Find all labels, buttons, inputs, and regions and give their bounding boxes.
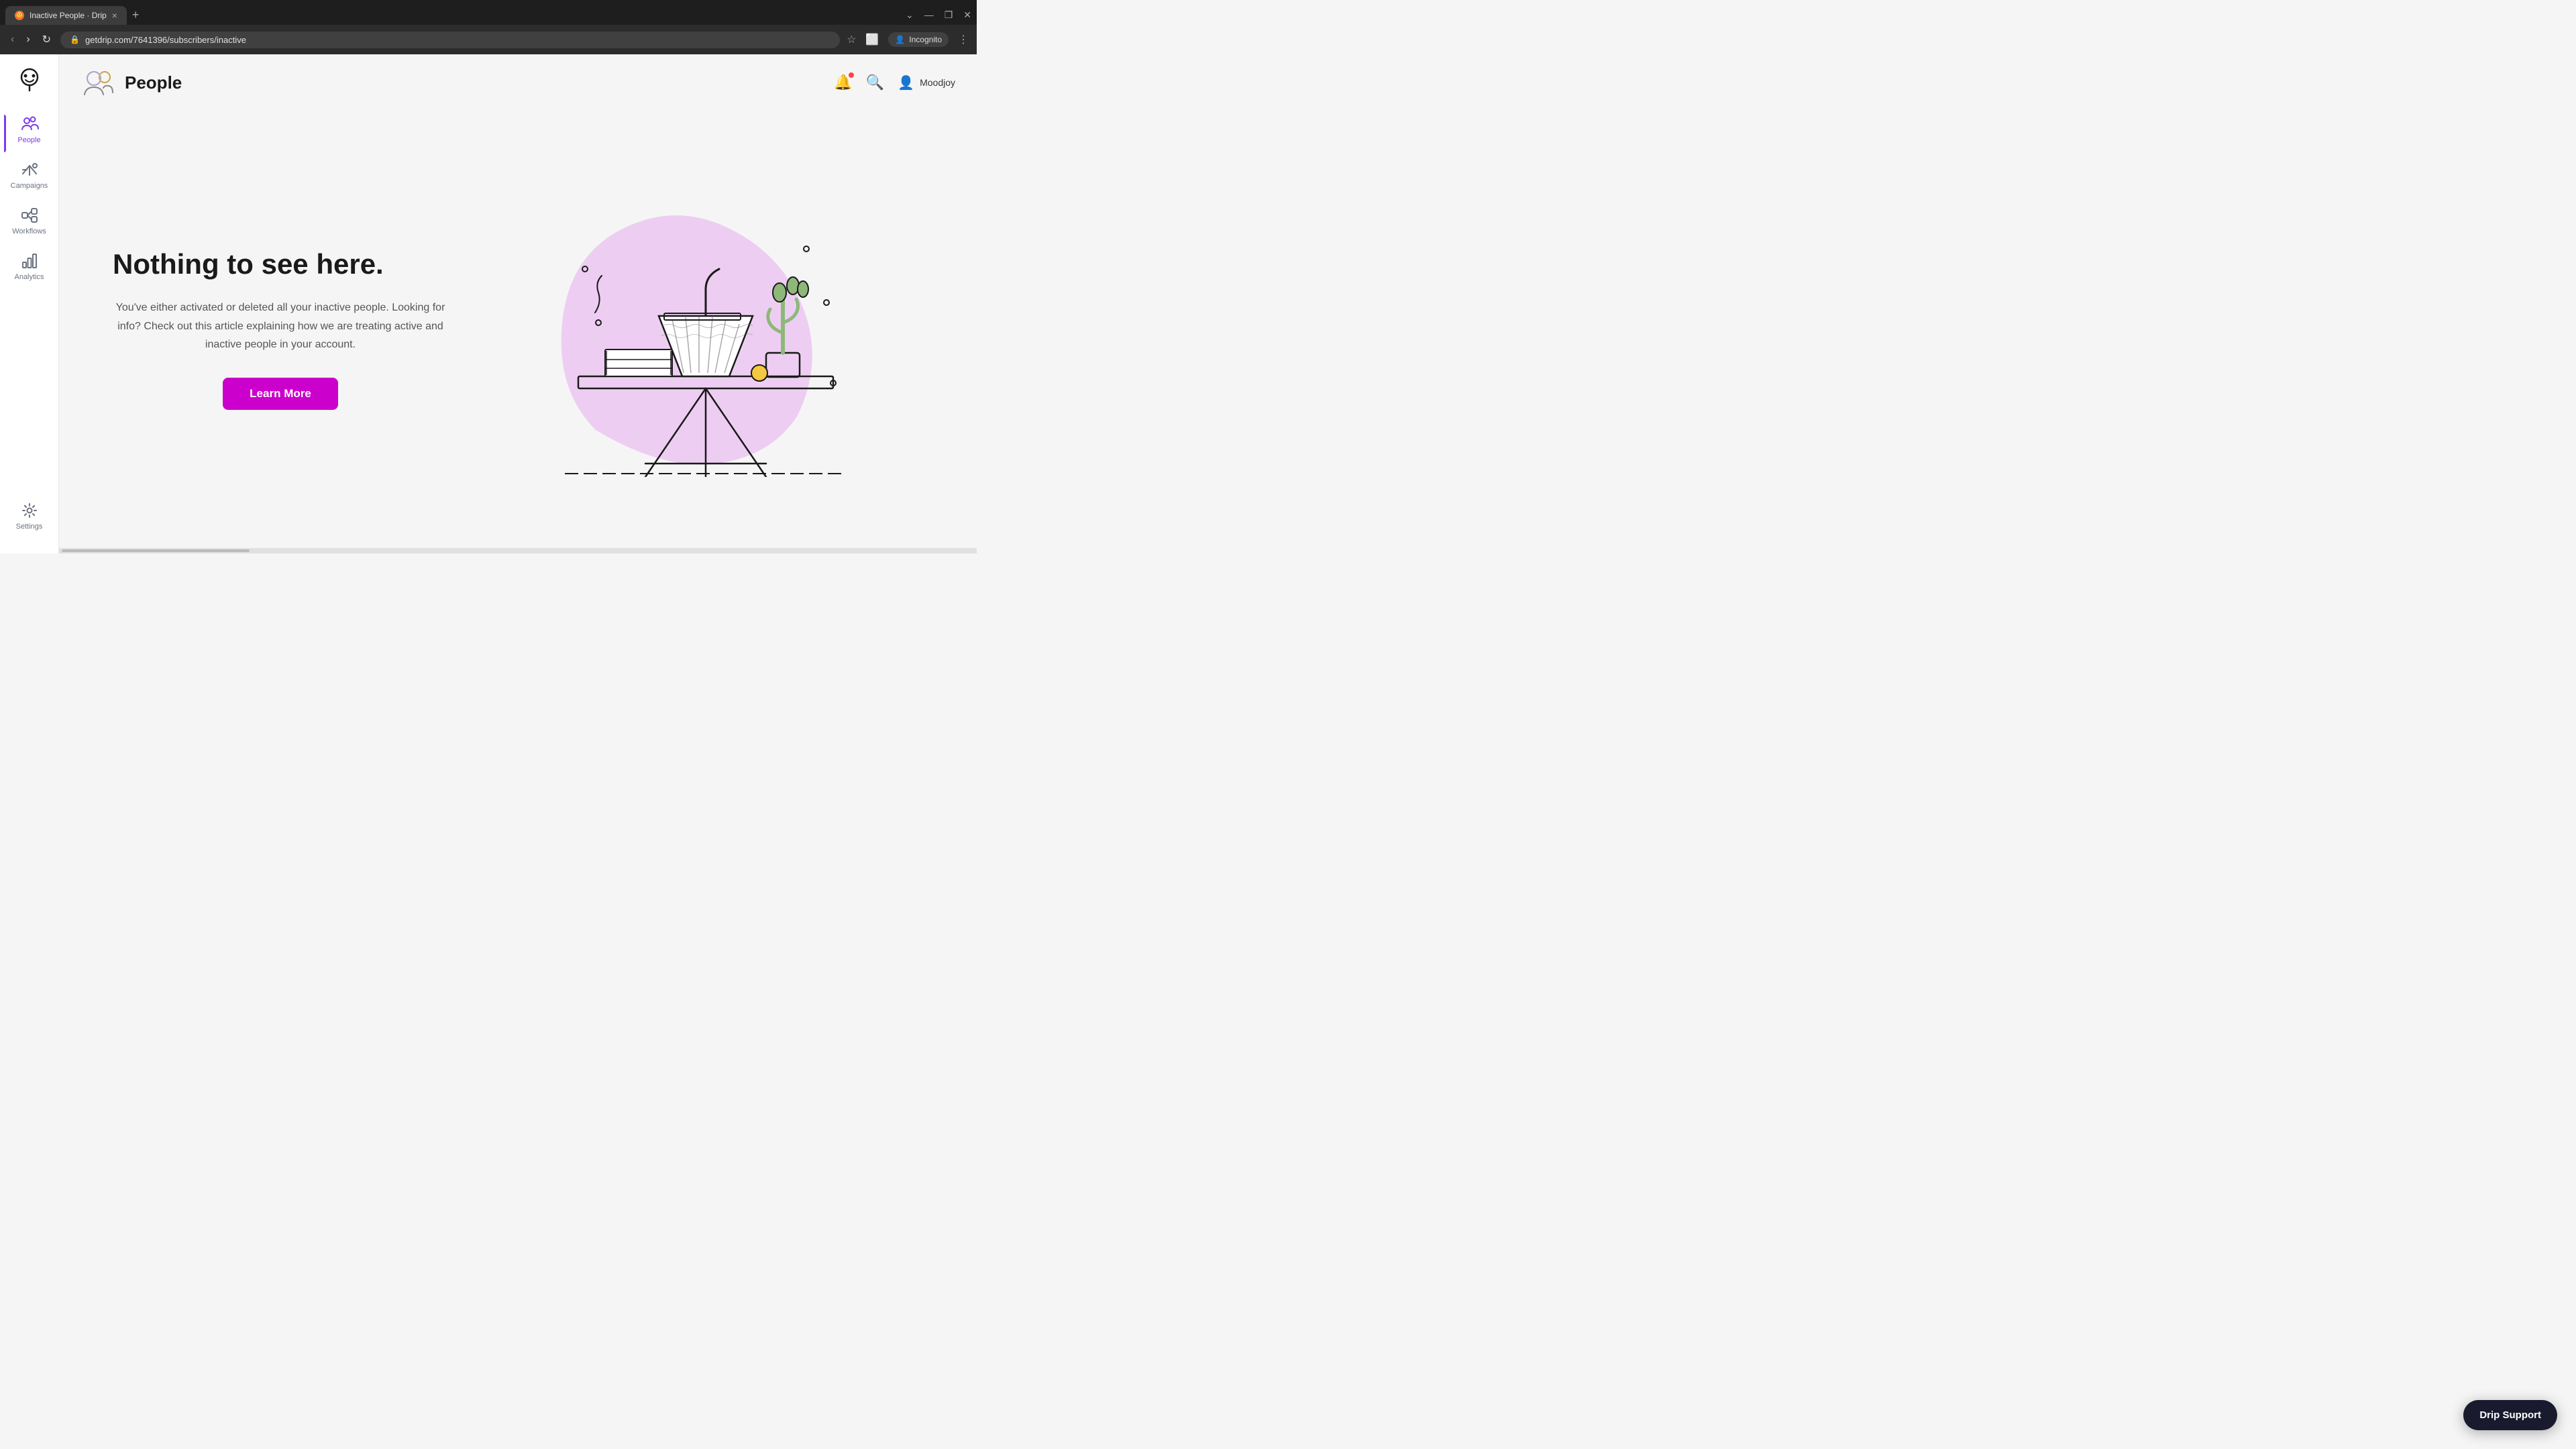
empty-state-title: Nothing to see here. xyxy=(113,249,448,280)
drip-support-button[interactable]: Drip Support xyxy=(2463,1400,2557,1430)
drip-logo-icon xyxy=(16,66,43,93)
sidebar-item-campaigns[interactable]: Campaigns xyxy=(4,154,55,197)
minimize-icon[interactable]: — xyxy=(924,9,934,21)
forward-button[interactable]: › xyxy=(23,31,32,48)
search-icon[interactable]: 🔍 xyxy=(866,74,884,91)
url-input[interactable] xyxy=(85,35,830,45)
refresh-button[interactable]: ↻ xyxy=(40,30,54,49)
top-bar: People 🔔 🔍 👤 Moodjoy xyxy=(59,54,977,111)
extensions-icon[interactable]: ⬜ xyxy=(865,33,879,46)
settings-icon xyxy=(20,501,39,520)
scrollbar-thumb xyxy=(62,549,250,552)
sidebar-item-settings[interactable]: Settings xyxy=(4,494,55,537)
empty-state-description: You've either activated or deleted all y… xyxy=(113,299,448,354)
incognito-icon: 👤 xyxy=(895,35,905,44)
maximize-icon[interactable]: ❐ xyxy=(945,9,953,21)
app-logo[interactable] xyxy=(15,65,44,95)
tab-favicon: 🙂 xyxy=(15,11,24,20)
sidebar-workflows-label: Workflows xyxy=(12,227,46,235)
browser-chrome: 🙂 Inactive People · Drip × + ⌄ — ❐ ✕ ‹ ›… xyxy=(0,0,977,54)
page-header: People xyxy=(80,65,182,100)
content-area: Nothing to see here. You've either activ… xyxy=(59,111,977,548)
active-tab[interactable]: 🙂 Inactive People · Drip × xyxy=(5,6,127,25)
main-content: People 🔔 🔍 👤 Moodjoy Nothing to see here… xyxy=(59,54,977,553)
close-icon[interactable]: ✕ xyxy=(963,9,971,21)
sidebar-item-workflows[interactable]: Workflows xyxy=(4,199,55,242)
analytics-icon xyxy=(20,252,39,270)
browser-toolbar: ‹ › ↻ 🔒 ☆ ⬜ 👤 Incognito ⋮ xyxy=(0,25,977,54)
address-bar[interactable]: 🔒 xyxy=(60,32,840,48)
sidebar-campaigns-label: Campaigns xyxy=(11,182,48,190)
lock-icon: 🔒 xyxy=(70,35,80,44)
notification-badge xyxy=(849,72,854,78)
incognito-button[interactable]: 👤 Incognito xyxy=(888,32,949,47)
tab-controls: ⌄ — ❐ ✕ xyxy=(906,9,971,21)
user-avatar-icon: 👤 xyxy=(898,74,914,91)
new-tab-button[interactable]: + xyxy=(127,5,145,25)
campaigns-icon xyxy=(20,160,39,179)
page-header-people-icon xyxy=(80,65,115,100)
back-button[interactable]: ‹ xyxy=(8,31,17,48)
sidebar-item-people[interactable]: People xyxy=(4,108,55,151)
user-name: Moodjoy xyxy=(920,77,955,88)
sidebar-item-analytics[interactable]: Analytics xyxy=(4,245,55,288)
notifications-button[interactable]: 🔔 xyxy=(834,74,852,91)
chevron-down-icon: ⌄ xyxy=(906,9,914,21)
desk-illustration xyxy=(565,182,847,477)
tab-title: Inactive People · Drip xyxy=(30,11,107,20)
horizontal-scrollbar[interactable] xyxy=(59,548,977,553)
sidebar-analytics-label: Analytics xyxy=(14,273,44,281)
top-bar-actions: 🔔 🔍 👤 Moodjoy xyxy=(834,74,955,91)
user-menu-button[interactable]: 👤 Moodjoy xyxy=(898,74,955,91)
sidebar-people-label: People xyxy=(17,136,40,144)
browser-tabs: 🙂 Inactive People · Drip × + ⌄ — ❐ ✕ xyxy=(0,0,977,25)
empty-state-illustration xyxy=(488,162,923,497)
learn-more-button[interactable]: Learn More xyxy=(223,378,338,410)
empty-state-text: Nothing to see here. You've either activ… xyxy=(113,249,448,410)
sidebar: People Campaigns Workflows xyxy=(0,54,59,553)
sidebar-settings-label: Settings xyxy=(16,523,43,531)
bookmark-icon[interactable]: ☆ xyxy=(847,33,856,46)
page-title: People xyxy=(125,72,182,93)
incognito-label: Incognito xyxy=(909,35,942,44)
people-icon xyxy=(20,115,39,133)
browser-menu-icon[interactable]: ⋮ xyxy=(958,33,969,46)
toolbar-actions: ☆ ⬜ 👤 Incognito ⋮ xyxy=(847,32,969,47)
app-container: People Campaigns Workflows xyxy=(0,54,977,553)
tab-close-button[interactable]: × xyxy=(112,10,117,21)
workflows-icon xyxy=(20,206,39,225)
